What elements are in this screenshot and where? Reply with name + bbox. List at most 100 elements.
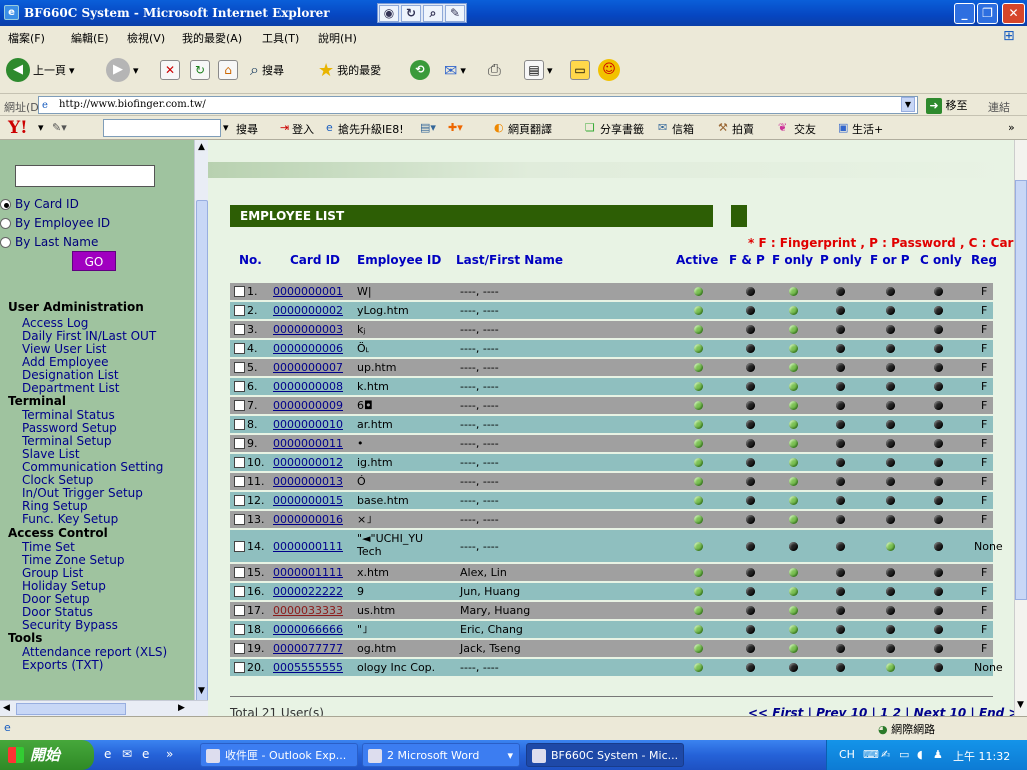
main-scrollbar[interactable]: ▲ ▼ bbox=[1014, 140, 1027, 716]
card-id-link[interactable]: 0000000015 bbox=[273, 494, 343, 507]
yahoo-login-button[interactable]: 登入 bbox=[292, 121, 314, 137]
card-id-link[interactable]: 0000000010 bbox=[273, 418, 343, 431]
card-id-link[interactable]: 0000000009 bbox=[273, 399, 343, 412]
nav-link-ring-setup[interactable]: Ring Setup bbox=[22, 499, 88, 513]
maximize-button[interactable]: ❐ bbox=[977, 3, 998, 24]
nav-link-attendance-report[interactable]: Attendance report (XLS) bbox=[22, 645, 167, 659]
row-checkbox[interactable] bbox=[234, 605, 245, 616]
row-checkbox[interactable] bbox=[234, 662, 245, 673]
mail-button[interactable]: ✉ ▾ bbox=[444, 56, 466, 84]
notes-button[interactable]: ▭ bbox=[570, 56, 590, 84]
row-checkbox[interactable] bbox=[234, 567, 245, 578]
row-checkbox[interactable] bbox=[234, 514, 245, 525]
yahoo-search-input[interactable] bbox=[103, 119, 221, 137]
row-checkbox[interactable] bbox=[234, 324, 245, 335]
ie8-upgrade-button[interactable]: 搶先升級IE8! bbox=[338, 121, 404, 137]
card-id-link[interactable]: 0000066666 bbox=[273, 623, 343, 636]
card-id-link[interactable]: 0000033333 bbox=[273, 604, 343, 617]
nav-link-designation-list[interactable]: Designation List bbox=[22, 368, 119, 382]
nav-link-time-set[interactable]: Time Set bbox=[22, 540, 75, 554]
nav-link-exports[interactable]: Exports (TXT) bbox=[22, 658, 103, 672]
sidebar-hscroll-thumb[interactable] bbox=[16, 703, 126, 715]
go-search-button[interactable]: GO bbox=[72, 251, 116, 271]
col-employee-id[interactable]: Employee ID bbox=[357, 253, 441, 267]
main-scroll-thumb[interactable] bbox=[1015, 180, 1027, 600]
row-checkbox[interactable] bbox=[234, 476, 245, 487]
layout-icon[interactable]: ▤▾ bbox=[420, 121, 436, 134]
opera-icon[interactable]: ◉ bbox=[379, 5, 399, 22]
nav-link-clock-setup[interactable]: Clock Setup bbox=[22, 473, 93, 487]
nav-link-slave-list[interactable]: Slave List bbox=[22, 447, 80, 461]
row-checkbox[interactable] bbox=[234, 343, 245, 354]
refresh-button[interactable]: ↻ bbox=[190, 56, 210, 84]
card-id-link[interactable]: 0000000002 bbox=[273, 304, 343, 317]
menu-view[interactable]: 檢視(V) bbox=[127, 30, 165, 46]
row-checkbox[interactable] bbox=[234, 624, 245, 635]
scroll-down-icon[interactable]: ▼ bbox=[198, 686, 205, 696]
toolbar-overflow-icon[interactable]: » bbox=[1008, 121, 1015, 134]
chevron-down-icon[interactable]: ▾ bbox=[38, 121, 44, 134]
minimize-button[interactable]: _ bbox=[954, 3, 975, 24]
quicklaunch-outlook-icon[interactable]: ✉ bbox=[122, 747, 132, 761]
row-checkbox[interactable] bbox=[234, 438, 245, 449]
card-id-link[interactable]: 0000000111 bbox=[273, 540, 343, 553]
forward-button[interactable]: ▶ ▾ bbox=[106, 56, 139, 84]
card-id-link[interactable]: 0000001111 bbox=[273, 566, 343, 579]
row-checkbox[interactable] bbox=[234, 286, 245, 297]
mail-button[interactable]: 信箱 bbox=[672, 121, 694, 137]
quicklaunch-ie-icon[interactable]: e bbox=[104, 747, 111, 761]
row-checkbox[interactable] bbox=[234, 419, 245, 430]
row-checkbox[interactable] bbox=[234, 457, 245, 468]
menu-help[interactable]: 說明(H) bbox=[318, 30, 357, 46]
anti-spy-icon[interactable]: ✚▾ bbox=[448, 121, 463, 134]
address-input[interactable]: e http://www.biofinger.com.tw/ ▼ bbox=[38, 96, 918, 114]
card-id-link[interactable]: 0000000008 bbox=[273, 380, 343, 393]
yahoo-logo[interactable]: Y! bbox=[8, 118, 28, 138]
row-checkbox[interactable] bbox=[234, 305, 245, 316]
nav-link-door-setup[interactable]: Door Setup bbox=[22, 592, 90, 606]
row-checkbox[interactable] bbox=[234, 362, 245, 373]
address-dropdown-icon[interactable]: ▼ bbox=[901, 97, 915, 112]
input-method-icon[interactable]: ✍ bbox=[881, 748, 890, 761]
sidebar-scrollbar[interactable]: ▲ ▼ bbox=[194, 140, 208, 720]
task-browser[interactable]: BF660C System - Mic... bbox=[526, 743, 684, 767]
nav-link-terminal-setup[interactable]: Terminal Setup bbox=[22, 434, 111, 448]
radio-by-employee-id[interactable]: By Employee ID bbox=[0, 216, 110, 230]
keyboard-icon[interactable]: ⌨ bbox=[863, 748, 879, 761]
yahoo-search-dropdown-icon[interactable]: ▾ bbox=[223, 121, 229, 134]
row-checkbox[interactable] bbox=[234, 586, 245, 597]
magnifier-icon[interactable]: ⌕ bbox=[423, 5, 443, 22]
favorites-button[interactable]: ★ 我的最愛 bbox=[318, 56, 381, 84]
menu-edit[interactable]: 編輯(E) bbox=[71, 30, 109, 46]
go-button[interactable]: ➜ 移至 bbox=[926, 97, 968, 114]
yahoo-search-button[interactable]: 搜尋 bbox=[236, 121, 258, 137]
settings-icon[interactable]: ✎ bbox=[445, 5, 465, 22]
nav-link-inout-trigger[interactable]: In/Out Trigger Setup bbox=[22, 486, 143, 500]
volume-icon[interactable]: ◖ bbox=[917, 748, 923, 761]
sidebar-hscrollbar[interactable]: ◀ ▶ bbox=[0, 700, 208, 716]
menu-favorites[interactable]: 我的最愛(A) bbox=[182, 30, 242, 46]
row-checkbox[interactable] bbox=[234, 541, 245, 552]
lang-indicator[interactable]: CH bbox=[839, 748, 855, 761]
stop-button[interactable]: ✕ bbox=[160, 56, 180, 84]
col-name[interactable]: Last/First Name bbox=[456, 253, 563, 267]
search-button[interactable]: ⌕ 搜尋 bbox=[250, 56, 284, 84]
close-button[interactable]: ✕ bbox=[1002, 3, 1025, 24]
row-checkbox[interactable] bbox=[234, 495, 245, 506]
row-checkbox[interactable] bbox=[234, 643, 245, 654]
nav-link-door-status[interactable]: Door Status bbox=[22, 605, 93, 619]
card-id-link[interactable]: 0000000012 bbox=[273, 456, 343, 469]
nav-link-time-zone-setup[interactable]: Time Zone Setup bbox=[22, 553, 124, 567]
messenger-button[interactable]: ☺ bbox=[598, 56, 620, 84]
home-button[interactable]: ⌂ bbox=[218, 56, 238, 84]
scroll-right-icon[interactable]: ▶ bbox=[178, 703, 185, 713]
nav-link-view-user-list[interactable]: View User List bbox=[22, 342, 106, 356]
task-word[interactable]: 2 Microsoft Word ▾ bbox=[362, 743, 520, 767]
nav-link-func-key-setup[interactable]: Func. Key Setup bbox=[22, 512, 118, 526]
task-outlook[interactable]: 收件匣 - Outlook Exp... bbox=[200, 743, 358, 767]
nav-link-access-log[interactable]: Access Log bbox=[22, 316, 88, 330]
nav-link-password-setup[interactable]: Password Setup bbox=[22, 421, 117, 435]
life-button[interactable]: 生活+ bbox=[852, 121, 883, 137]
menu-tools[interactable]: 工具(T) bbox=[262, 30, 299, 46]
sidebar-scroll-thumb[interactable] bbox=[196, 200, 208, 720]
